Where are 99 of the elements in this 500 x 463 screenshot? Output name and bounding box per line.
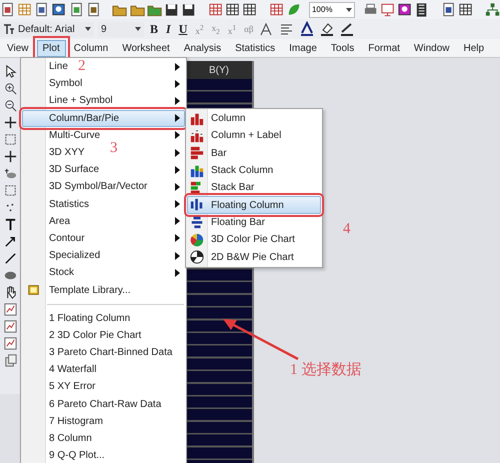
menu-item[interactable]: 2D B&W Pie Chart bbox=[187, 248, 321, 266]
menu-item[interactable]: Column + Label bbox=[187, 127, 321, 145]
save-icon[interactable] bbox=[164, 2, 179, 18]
menu-item[interactable]: 3D Surface bbox=[49, 164, 100, 176]
menu-item[interactable]: 2 3D Color Pie Chart bbox=[49, 330, 142, 341]
caret-icon bbox=[85, 27, 91, 31]
line-icon[interactable] bbox=[2, 251, 18, 266]
annotation-label: 1 选择数据 bbox=[290, 360, 362, 379]
menu-item[interactable]: Area bbox=[49, 216, 70, 227]
menu-item[interactable]: 9 Q-Q Plot... bbox=[49, 450, 105, 462]
menu-item[interactable]: 3D Symbol/Bar/Vector bbox=[49, 181, 148, 192]
format-button[interactable]: B bbox=[148, 22, 160, 36]
document-icon[interactable] bbox=[0, 2, 16, 18]
font-icon bbox=[3, 23, 15, 35]
menu-item[interactable]: Window bbox=[408, 40, 456, 56]
chart-icon[interactable] bbox=[2, 319, 18, 334]
format-button[interactable]: U bbox=[176, 22, 190, 36]
menu-item[interactable]: 6 Pareto Chart-Raw Data bbox=[49, 398, 162, 410]
menu-item[interactable]: 3D XYY bbox=[49, 147, 85, 158]
menu-item[interactable]: Image bbox=[283, 40, 323, 56]
menu-item[interactable]: 4 Waterfall bbox=[49, 364, 96, 376]
menu-item[interactable]: 7 Histogram bbox=[49, 416, 103, 427]
menu-item[interactable]: Stack Bar bbox=[187, 179, 321, 196]
menu-item[interactable]: Tools bbox=[324, 40, 360, 56]
table-icon[interactable] bbox=[224, 2, 240, 18]
crosshair-icon[interactable] bbox=[2, 149, 18, 164]
menu-item[interactable]: Worksheet bbox=[116, 40, 176, 56]
bar-chart-icon bbox=[190, 146, 204, 160]
table-icon[interactable] bbox=[268, 2, 284, 18]
document-icon[interactable] bbox=[86, 2, 101, 18]
menu-item[interactable]: 1 Floating Column bbox=[49, 312, 130, 324]
menu-item[interactable]: Line + Symbol bbox=[49, 95, 113, 106]
annotation-label: 2 bbox=[78, 58, 86, 75]
menu-item[interactable]: Stack Column bbox=[187, 162, 321, 180]
size-combo[interactable]: 9 bbox=[98, 22, 144, 36]
chart-icon[interactable] bbox=[2, 302, 18, 317]
document-icon[interactable] bbox=[440, 2, 456, 18]
format-button[interactable]: I bbox=[164, 22, 173, 36]
region-icon[interactable] bbox=[2, 183, 18, 198]
floating-bar-icon bbox=[190, 215, 204, 230]
menu-item[interactable]: Analysis bbox=[178, 40, 228, 56]
menu-item[interactable]: Line bbox=[49, 61, 68, 72]
document-icon[interactable] bbox=[34, 2, 50, 18]
menu-item[interactable]: Multi-Curve bbox=[49, 130, 100, 141]
fill-color-icon[interactable] bbox=[319, 21, 336, 37]
menu-item[interactable]: Specialized bbox=[49, 250, 100, 262]
caret-icon bbox=[346, 8, 352, 12]
region-icon[interactable] bbox=[2, 132, 18, 147]
menu-item[interactable]: Format bbox=[362, 40, 406, 56]
table-icon[interactable] bbox=[458, 2, 474, 18]
table-icon[interactable] bbox=[208, 2, 223, 18]
column-chart-icon bbox=[190, 112, 204, 126]
chart-icon[interactable] bbox=[2, 336, 18, 351]
caret-icon bbox=[135, 27, 141, 31]
arrow-icon[interactable] bbox=[2, 234, 18, 249]
annotation-label: 4 bbox=[343, 221, 350, 238]
menu-item[interactable]: 8 Column bbox=[49, 433, 92, 444]
zoom-in-icon[interactable] bbox=[2, 81, 18, 96]
zoom-out-icon[interactable] bbox=[2, 98, 18, 113]
menu-item[interactable]: 3D Color Pie Chart bbox=[187, 231, 321, 248]
film-icon[interactable] bbox=[414, 2, 430, 18]
mask-icon[interactable] bbox=[2, 166, 18, 181]
monitor-icon[interactable] bbox=[380, 2, 396, 18]
annotation-label: 3 bbox=[110, 140, 118, 157]
menu-item[interactable]: Statistics bbox=[49, 198, 90, 210]
line-color-icon[interactable] bbox=[339, 21, 356, 37]
menu-item[interactable]: Contour bbox=[49, 232, 85, 244]
template-icon bbox=[27, 283, 41, 298]
labeled-column-icon bbox=[190, 128, 204, 143]
image-icon[interactable] bbox=[397, 2, 412, 18]
crosshair-icon[interactable] bbox=[2, 115, 18, 130]
menu-item[interactable]: Floating Column bbox=[187, 196, 321, 214]
font-combo[interactable]: Default: Arial bbox=[0, 22, 94, 36]
stacked-column-icon bbox=[190, 164, 204, 178]
document-icon[interactable] bbox=[68, 2, 84, 18]
zoom-combo[interactable]: 100% bbox=[308, 2, 355, 18]
menu-item[interactable]: Bar bbox=[187, 144, 321, 162]
pie-chart-icon bbox=[190, 250, 204, 264]
pie-chart-icon bbox=[190, 232, 204, 247]
menu-item[interactable]: 5 XY Error bbox=[49, 381, 96, 392]
menu-item[interactable]: Column bbox=[187, 110, 321, 128]
table-icon[interactable] bbox=[242, 2, 258, 18]
image-icon[interactable] bbox=[51, 2, 67, 18]
menu-item[interactable]: Template Library... bbox=[49, 284, 131, 296]
menu-item[interactable]: Column/Bar/Pie bbox=[22, 110, 185, 127]
tree-icon[interactable] bbox=[484, 2, 500, 18]
menu-item[interactable]: Help bbox=[458, 40, 490, 56]
menu-item[interactable]: 3 Pareto Chart-Binned Data bbox=[49, 347, 172, 358]
menu-item[interactable]: Statistics bbox=[229, 40, 282, 56]
menu-item[interactable]: View bbox=[1, 40, 34, 56]
menu-item[interactable]: Column bbox=[68, 40, 114, 56]
menu-item[interactable]: Symbol bbox=[49, 78, 82, 90]
save-icon[interactable] bbox=[180, 2, 196, 18]
menu-item[interactable]: Stock bbox=[49, 267, 74, 278]
floating-column-icon bbox=[190, 198, 204, 212]
font-color-icon[interactable] bbox=[299, 21, 316, 37]
menu-item[interactable]: Floating Bar bbox=[187, 214, 321, 232]
column-header[interactable]: B(Y) bbox=[186, 61, 252, 79]
layers-icon[interactable] bbox=[2, 353, 18, 368]
